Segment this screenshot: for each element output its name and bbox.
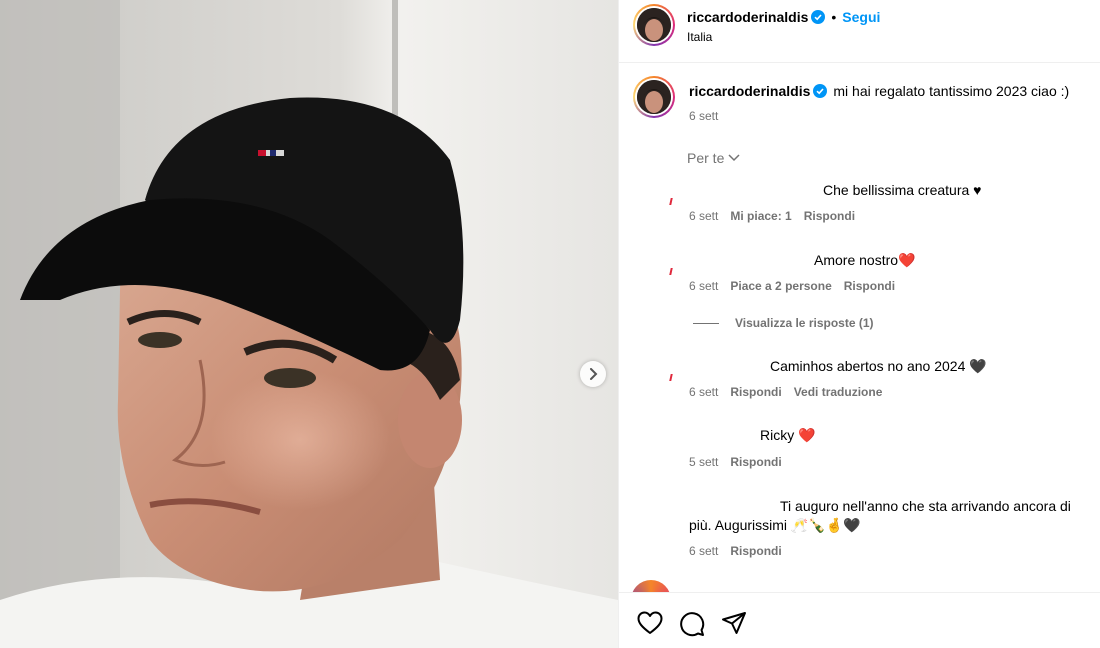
follow-button[interactable]: Segui xyxy=(842,9,880,25)
avatar-image xyxy=(637,80,671,114)
paper-plane-icon[interactable] xyxy=(721,611,747,635)
post-header: riccardoderinaldis • Segui Italia xyxy=(619,0,1100,63)
caption-text: mi hai regalato tantissimo 2023 ciao :) xyxy=(833,83,1070,99)
author-avatar[interactable] xyxy=(633,4,675,46)
comment-text: Caminhos abertos no ano 2024 🖤 xyxy=(770,358,987,374)
caption-avatar[interactable] xyxy=(633,76,675,118)
comment-avatar-fragment xyxy=(669,268,673,275)
comment-time[interactable]: 6 sett xyxy=(689,544,718,558)
comment-meta: 6 sett Rispondi Vedi traduzione xyxy=(689,385,882,399)
comment-text: Amore nostro❤️ xyxy=(814,252,916,268)
chevron-right-icon xyxy=(590,368,598,380)
reply-button[interactable]: Rispondi xyxy=(804,209,855,223)
reply-button[interactable]: Rispondi xyxy=(844,279,895,293)
comment-meta: 6 sett Piace a 2 persone Rispondi xyxy=(689,279,895,293)
comment-time[interactable]: 6 sett xyxy=(689,279,718,293)
author-username[interactable]: riccardoderinaldis xyxy=(687,9,808,25)
instagram-post-viewer: riccardoderinaldis • Segui Italia riccar… xyxy=(0,0,1100,648)
portrait-image xyxy=(0,0,618,648)
comment-icon[interactable] xyxy=(679,611,705,637)
comment-avatar-fragment xyxy=(669,374,673,381)
comment-text: Che bellissima creatura ♥ xyxy=(823,182,982,198)
comment-sort-dropdown[interactable]: Per te xyxy=(687,150,740,166)
comment-avatar-fragment xyxy=(669,198,673,205)
view-replies-label: Visualizza le risposte (1) xyxy=(735,316,874,330)
comment-text: Ricky ❤️ xyxy=(760,427,816,443)
post-photo[interactable] xyxy=(0,0,618,648)
comment-sort-label: Per te xyxy=(687,150,725,166)
replies-divider xyxy=(693,322,719,324)
comment-meta: 6 sett Rispondi xyxy=(689,544,782,558)
comment-meta: 6 sett Mi piace: 1 Rispondi xyxy=(689,209,855,223)
next-photo-button[interactable] xyxy=(580,361,606,387)
comment-likes[interactable]: Mi piace: 1 xyxy=(730,209,791,223)
comment-likes[interactable]: Piace a 2 persone xyxy=(730,279,831,293)
caption-row: riccardoderinaldis mi hai regalato tanti… xyxy=(689,83,1069,99)
reply-button[interactable]: Rispondi xyxy=(730,455,781,469)
avatar-image xyxy=(637,8,671,42)
see-translation-button[interactable]: Vedi traduzione xyxy=(794,385,883,399)
chevron-down-icon xyxy=(728,154,740,162)
separator-dot: • xyxy=(831,9,837,25)
comment-text-line-1: Ti auguro nell'anno che sta arrivando an… xyxy=(780,498,1071,514)
post-actions-bar xyxy=(619,592,1100,648)
comment-time[interactable]: 5 sett xyxy=(689,455,718,469)
verified-badge-icon xyxy=(813,84,828,98)
caption-time[interactable]: 6 sett xyxy=(689,109,718,123)
comment-time[interactable]: 6 sett xyxy=(689,209,718,223)
reply-button[interactable]: Rispondi xyxy=(730,544,781,558)
post-location[interactable]: Italia xyxy=(687,30,712,44)
comment-meta: 5 sett Rispondi xyxy=(689,455,782,469)
caption-username[interactable]: riccardoderinaldis xyxy=(689,83,810,99)
header-title-row: riccardoderinaldis • Segui xyxy=(687,9,880,25)
view-replies-button[interactable]: Visualizza le risposte (1) xyxy=(693,316,874,330)
reply-button[interactable]: Rispondi xyxy=(730,385,781,399)
comment-text-line-2: più. Augurissimi 🥂🍾🤞🖤 xyxy=(689,517,861,533)
post-sidebar: riccardoderinaldis • Segui Italia riccar… xyxy=(618,0,1100,648)
comment-time[interactable]: 6 sett xyxy=(689,385,718,399)
heart-icon[interactable] xyxy=(637,611,663,635)
verified-badge-icon xyxy=(811,10,826,24)
